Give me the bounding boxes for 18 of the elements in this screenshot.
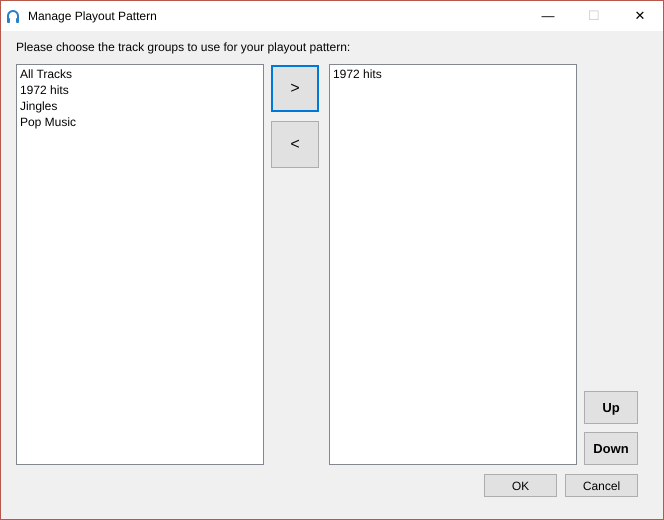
list-item[interactable]: 1972 hits <box>20 82 263 98</box>
headphones-icon <box>5 8 21 24</box>
list-item[interactable]: Jingles <box>20 98 263 114</box>
available-list[interactable]: All Tracks 1972 hits Jingles Pop Music <box>16 64 264 465</box>
list-item[interactable]: 1972 hits <box>333 66 576 82</box>
add-button[interactable]: > <box>271 65 319 112</box>
minimize-button[interactable]: — <box>525 1 571 31</box>
cancel-button[interactable]: Cancel <box>565 474 638 497</box>
ok-button[interactable]: OK <box>484 474 557 497</box>
instruction-text: Please choose the track groups to use for your playout pattern: <box>16 39 352 56</box>
window-title: Manage Playout Pattern <box>28 8 157 25</box>
down-button[interactable]: Down <box>584 432 638 465</box>
selected-list[interactable]: 1972 hits <box>329 64 577 465</box>
up-button[interactable]: Up <box>584 391 638 424</box>
list-item[interactable]: All Tracks <box>20 66 263 82</box>
list-item[interactable]: Pop Music <box>20 114 263 130</box>
remove-button[interactable]: < <box>271 121 319 168</box>
close-button[interactable]: ✕ <box>617 1 663 31</box>
